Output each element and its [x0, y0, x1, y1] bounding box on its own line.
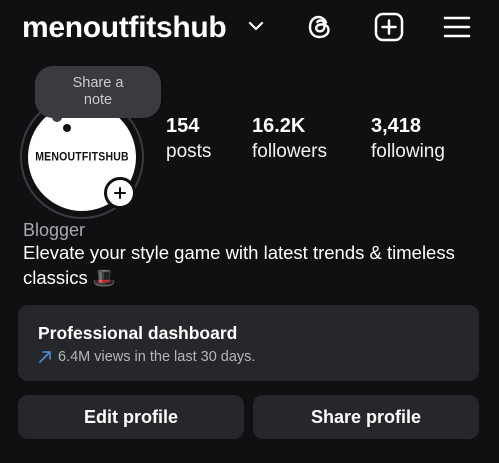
followers-count: 16.2K — [252, 115, 306, 137]
following-label: following — [371, 141, 445, 162]
dashboard-subtitle-row: 6.4M views in the last 30 days. — [38, 348, 255, 366]
edit-profile-button[interactable]: Edit profile — [18, 395, 244, 439]
username-switcher[interactable]: menoutfitshub — [22, 9, 227, 47]
following-count: 3,418 — [371, 115, 422, 137]
posts-count: 154 — [166, 115, 200, 137]
bio-text: Elevate your style game with latest tren… — [23, 242, 455, 288]
following-stat[interactable]: 3,418 following — [371, 113, 445, 165]
posts-label: posts — [166, 141, 212, 162]
create-post-icon[interactable] — [372, 10, 406, 44]
trending-up-icon — [39, 351, 51, 363]
posts-stat[interactable]: 154 posts — [166, 113, 211, 165]
professional-dashboard-card[interactable]: Professional dashboard 6.4M views in the… — [18, 305, 479, 381]
avatar-brand-text: MENOUTFITSHUB — [35, 150, 129, 164]
plus-icon — [114, 187, 126, 199]
note-line-2: note — [83, 92, 113, 108]
note-bubble-tail — [52, 112, 62, 122]
threads-icon[interactable] — [303, 10, 337, 44]
avatar-dot-decoration — [63, 124, 71, 132]
share-profile-button[interactable]: Share profile — [253, 395, 479, 439]
profile-screen: menoutfitshub MENOUTFITSHUB Share a note… — [0, 0, 499, 463]
menu-icon[interactable] — [440, 10, 474, 44]
top-bar: menoutfitshub — [0, 0, 499, 56]
followers-label: followers — [252, 141, 327, 162]
note-line-1: Share a — [72, 75, 124, 91]
chevron-down-icon[interactable] — [248, 20, 264, 32]
share-note-bubble[interactable]: Share a note — [35, 66, 161, 118]
dashboard-subtitle: 6.4M views in the last 30 days. — [58, 349, 256, 365]
dashboard-title: Professional dashboard — [38, 323, 238, 343]
add-story-button[interactable] — [104, 177, 136, 209]
followers-stat[interactable]: 16.2K followers — [252, 113, 327, 165]
bio-category: Blogger — [23, 220, 86, 240]
